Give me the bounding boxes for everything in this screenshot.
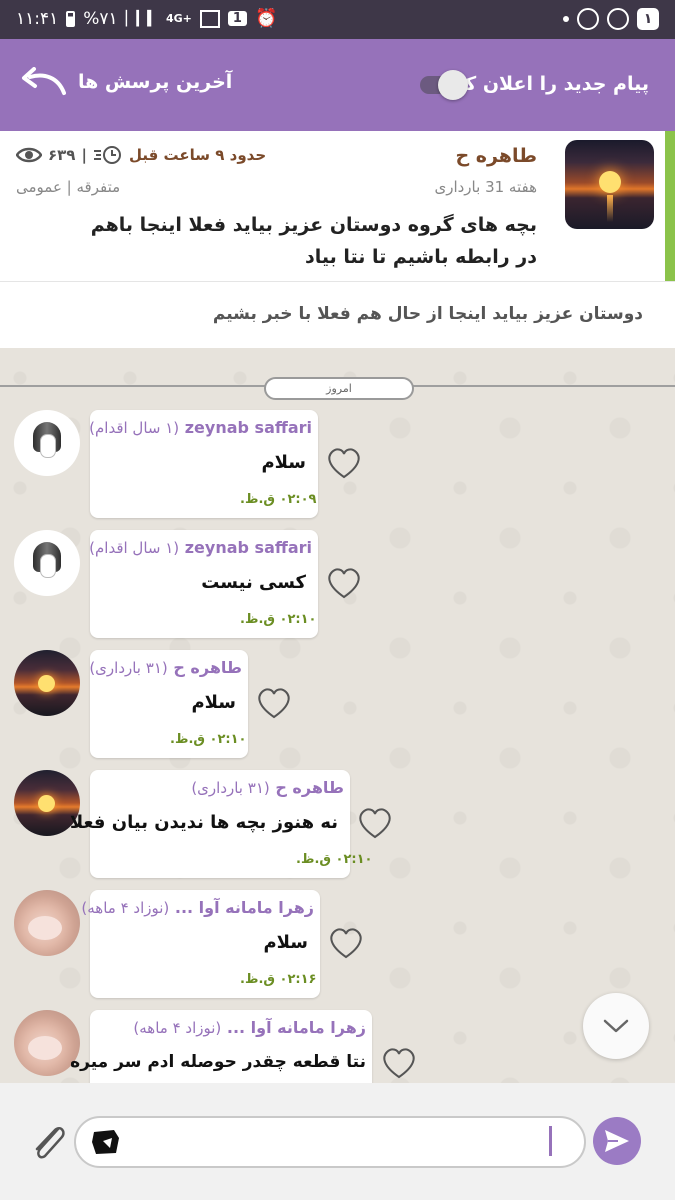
wig-avatar-icon[interactable] <box>14 530 80 596</box>
battery-level: %۷۱ <box>83 8 118 29</box>
sender-name: zeynab saffari <box>184 418 312 437</box>
sun-reflection <box>606 195 613 222</box>
sender-name: zeynab saffari <box>184 538 312 557</box>
post-card[interactable]: طاهره ح هفته 31 بارداری ۶۳۹ | حدود ۹ ساع… <box>0 131 675 282</box>
latest-questions-button[interactable]: آخرین پرسش ها <box>20 67 232 97</box>
message-text: سلام <box>191 692 236 713</box>
post-accent-bar <box>665 131 675 281</box>
send-icon <box>605 1130 629 1152</box>
toggle-thumb <box>438 70 468 100</box>
post-pregnancy-week: هفته 31 بارداری <box>434 178 537 196</box>
chevron-down-icon <box>603 1019 629 1033</box>
message-text: کسی نیست <box>201 572 306 593</box>
sender-name: طاهره ح <box>275 778 344 797</box>
sender-name: طاهره ح <box>173 658 242 677</box>
post-description: دوستان عزیز بیاید اینجا از حال هم فعلا ب… <box>0 282 675 348</box>
signal-icon: ▏▎▍ <box>125 10 158 27</box>
meta-divider: | <box>81 146 87 164</box>
sender-tag: (نوزاد ۴ ماهه) <box>133 1019 222 1037</box>
message-bubble[interactable]: zeynab saffari (۱ سال اقدام) کسی نیست ۰۲… <box>89 530 318 638</box>
message-time: ۰۲:۱۰ ق.ظ. <box>240 612 317 627</box>
sender-tag: (۳۱ بارداری) <box>191 779 270 797</box>
message-time: ۰۲:۱۰ ق.ظ. <box>296 852 373 867</box>
clock-icon <box>93 146 121 164</box>
like-heart-icon[interactable] <box>381 1046 417 1080</box>
app-bar: پیام جدید را اعلان کن آخرین پرسش ها <box>0 39 675 131</box>
back-arrow-icon <box>22 67 66 95</box>
message-bubble[interactable]: zeynab saffari (۱ سال اقدام) سلام ۰۲:۰۹ … <box>89 410 318 518</box>
message-sender: طاهره ح (۳۱ بارداری) <box>89 658 242 677</box>
sender-name: زهرا مامانه آوا ... <box>174 898 314 917</box>
status-bar: ۱۱:۴۱ %۷۱ ▏▎▍ 4G+ 1 ⏰ ۱ <box>0 0 675 39</box>
message-time: ۰۲:۱۰ ق.ظ. <box>170 732 247 747</box>
status-left: ۱۱:۴۱ %۷۱ ▏▎▍ 4G+ 1 ⏰ <box>16 8 277 29</box>
message-bubble[interactable]: طاهره ح (۳۱ بارداری) سلام ۰۲:۱۰ ق.ظ. <box>89 650 248 758</box>
post-description-text: دوستان عزیز بیاید اینجا از حال هم فعلا ب… <box>212 304 643 324</box>
whatsapp-icon <box>577 8 599 30</box>
sun-shape <box>598 170 621 193</box>
telegram-icon <box>607 8 629 30</box>
notify-label: پیام جدید را اعلان کن <box>448 73 649 95</box>
post-time: حدود ۹ ساعت قبل <box>128 146 267 164</box>
like-heart-icon[interactable] <box>357 806 393 840</box>
paperclip-icon[interactable] <box>28 1119 68 1165</box>
notification-count: ۱ <box>637 8 659 30</box>
clock: ۱۱:۴۱ <box>16 8 59 29</box>
sim-badge: 1 <box>227 11 247 26</box>
sender-tag: (۳۱ بارداری) <box>89 659 168 677</box>
day-separator-label: امروز <box>264 377 414 400</box>
status-right: ۱ <box>563 8 659 30</box>
sender-tag: (۱ سال اقدام) <box>89 539 180 557</box>
message-text: نتا قطعه چقدر حوصله ادم سر میره <box>70 1052 366 1072</box>
message-sender: zeynab saffari (۱ سال اقدام) <box>89 418 312 437</box>
message-sender: زهرا مامانه آوا ... (نوزاد ۴ ماهه) <box>133 1018 366 1037</box>
message-time: ۰۲:۰۹ ق.ظ. <box>240 492 317 507</box>
post-author[interactable]: طاهره ح <box>455 145 537 167</box>
sender-tag: (۱ سال اقدام) <box>89 419 180 437</box>
message-text: سلام <box>261 452 306 473</box>
like-heart-icon[interactable] <box>326 446 362 480</box>
message-composer <box>0 1083 675 1200</box>
send-button[interactable] <box>593 1117 641 1165</box>
like-heart-icon[interactable] <box>326 566 362 600</box>
eye-icon <box>16 147 42 163</box>
like-heart-icon[interactable] <box>256 686 292 720</box>
message-sender: طاهره ح (۳۱ بارداری) <box>191 778 344 797</box>
author-avatar[interactable] <box>565 140 654 229</box>
message-sender: zeynab saffari (۱ سال اقدام) <box>89 538 312 557</box>
sticker-icon[interactable] <box>90 1128 122 1156</box>
latest-questions-label: آخرین پرسش ها <box>78 71 233 93</box>
message-text: سلام <box>263 932 308 953</box>
message-bubble[interactable]: زهرا مامانه آوا ... (نوزاد ۴ ماهه) سلام … <box>81 890 320 998</box>
message-input[interactable] <box>74 1116 586 1168</box>
post-title: بچه های گروه دوستان عزیز بیاید فعلا اینج… <box>90 214 537 268</box>
chat-area[interactable]: امروز zeynab saffari (۱ سال اقدام) سلام … <box>0 348 675 1083</box>
sender-tag: (نوزاد ۴ ماهه) <box>81 899 170 917</box>
message-time: ۰۲:۱۶ ق.ظ. <box>240 972 317 987</box>
wig-avatar-icon[interactable] <box>14 410 80 476</box>
text-caret <box>549 1126 552 1156</box>
scroll-down-button[interactable] <box>583 993 649 1059</box>
battery-icon <box>66 10 76 27</box>
like-heart-icon[interactable] <box>328 926 364 960</box>
message-bubble[interactable]: طاهره ح (۳۱ بارداری) نه هنوز بچه ها ندید… <box>70 770 372 878</box>
post-meta: ۶۳۹ | حدود ۹ ساعت قبل <box>16 145 266 165</box>
message-text: نه هنوز بچه ها ندیدن بیان فعلا <box>69 812 338 833</box>
baby-avatar-icon[interactable] <box>14 890 80 956</box>
message-bubble[interactable]: زهرا مامانه آوا ... (نوزاد ۴ ماهه) نتا ق… <box>70 1010 372 1083</box>
alarm-icon: ⏰ <box>254 8 278 29</box>
signal-bars-icon <box>199 9 220 28</box>
view-count: ۶۳۹ <box>48 146 76 164</box>
sender-name: زهرا مامانه آوا ... <box>226 1018 366 1037</box>
dot-icon <box>563 16 569 22</box>
network-type: 4G+ <box>166 12 192 25</box>
post-categories: متفرقه | عمومی <box>16 178 121 196</box>
message-sender: زهرا مامانه آوا ... (نوزاد ۴ ماهه) <box>81 898 314 917</box>
sunset-avatar-icon[interactable] <box>14 650 80 716</box>
notify-toggle[interactable] <box>420 70 472 100</box>
